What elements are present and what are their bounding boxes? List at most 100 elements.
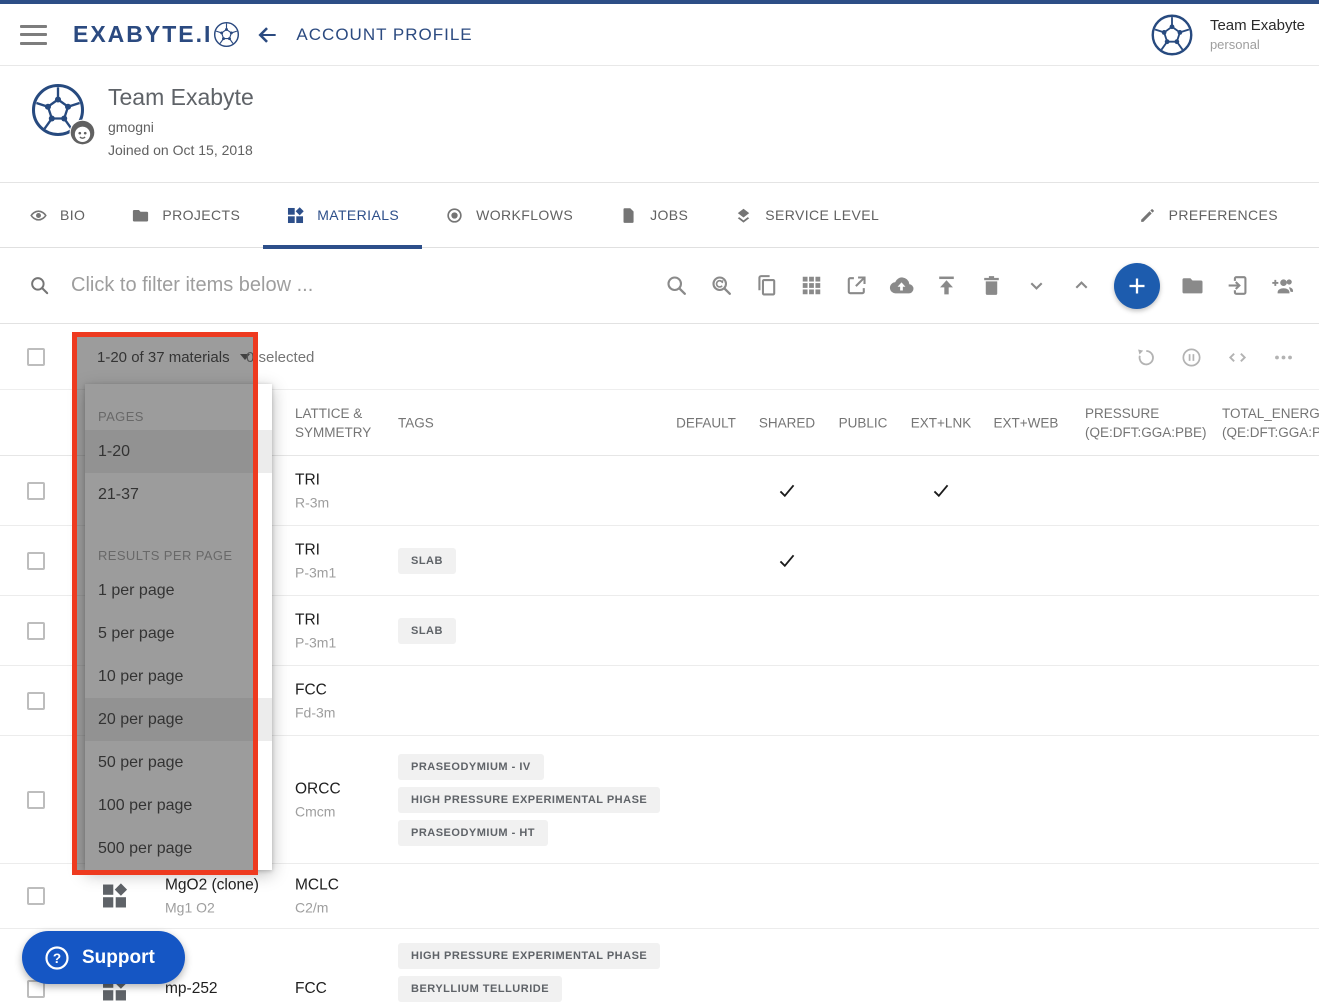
column-header-shared: SHARED [751,413,823,432]
tag-chip: HIGH PRESSURE EXPERIMENTAL PHASE [398,787,660,813]
materials-icon [286,206,305,225]
exit-to-app-button[interactable] [1225,273,1250,298]
tag-chip: BERYLLIUM TELLURIDE [398,976,562,1002]
account-type: personal [1210,37,1305,52]
tab-service-level[interactable]: SERVICE LEVEL [711,183,902,248]
pagination-menu: PAGES1-2021-37RESULTS PER PAGE1 per page… [85,384,272,870]
column-header-default: DEFAULT [670,413,742,432]
folder-button[interactable] [1180,273,1205,298]
chevron-down-icon [1024,273,1049,298]
workflows-icon [445,206,464,225]
menu-item-10-per-page[interactable]: 10 per page [85,655,272,698]
lattice-cell: FCCFd-3m [295,681,335,720]
cloud-upload-button[interactable] [889,273,914,298]
menu-item-1-20[interactable]: 1-20 [85,430,272,473]
pause-circle-button[interactable] [1180,346,1203,369]
table-row[interactable]: MgO2 (clone)Mg1 O2 MCLC C2/m [0,864,1319,929]
tab-jobs[interactable]: JOBS [596,183,711,248]
menu-item-100-per-page[interactable]: 100 per page [85,784,272,827]
tag-chip: PRASEODYMIUM - IV [398,754,544,780]
pause-circle-icon [1180,346,1203,369]
back-arrow-icon[interactable] [254,22,280,48]
menu-item-5-per-page[interactable]: 5 per page [85,612,272,655]
symmetry-group: R-3m [295,494,329,510]
lattice-type: FCC [295,980,327,998]
tab-workflows[interactable]: WORKFLOWS [422,183,596,248]
logo-ball-icon [213,21,240,48]
materials-icon [100,882,129,911]
grid-button[interactable] [799,273,824,298]
menu-item-50-per-page[interactable]: 50 per page [85,741,272,784]
open-in-new-button[interactable] [844,273,869,298]
row-checkbox[interactable] [27,791,45,809]
table-row[interactable]: mp-252FCCHIGH PRESSURE EXPERIMENTAL PHAS… [0,929,1319,1003]
chevron-up-button[interactable] [1069,273,1094,298]
search-button[interactable] [664,273,689,298]
exit-to-app-icon [1225,273,1250,298]
tab-projects[interactable]: PROJECTS [108,183,263,248]
group-add-button[interactable] [1270,273,1295,298]
filter-input[interactable] [71,274,591,297]
account-menu[interactable]: Team Exabyte personal [1150,13,1305,57]
menu-divider [85,516,272,537]
delete-button[interactable] [979,273,1004,298]
chevron-down-button[interactable] [1024,273,1049,298]
lattice-type: MCLC [295,877,339,895]
lattice-cell: TRIR-3m [295,471,329,510]
lattice-cell: TRIP-3m1 [295,611,336,650]
undo-icon [1134,346,1157,369]
menu-item-500-per-page[interactable]: 500 per page [85,827,272,870]
lattice-type: TRI [295,541,336,559]
column-header-pressure-qe-dft-gga-pbe: PRESSURE (QE:DFT:GGA:PBE) [1085,404,1237,442]
selected-count: 0 selected [246,349,314,366]
support-button[interactable]: Support [22,931,185,984]
material-name-cell[interactable]: MgO2 (clone)Mg1 O2 [165,877,259,916]
copy-button[interactable] [754,273,779,298]
column-header-ext-lnk: EXT+LNK [903,413,979,432]
menu-item-21-37[interactable]: 21-37 [85,473,272,516]
delete-icon [979,273,1004,298]
upload-button[interactable] [934,273,959,298]
lattice-cell: FCC [295,980,327,998]
profile-name: Team Exabyte [108,84,254,111]
search-icon [664,273,689,298]
toolbar-actions [664,263,1301,309]
filter-toolbar [0,248,1319,324]
column-header-total-energy-qe-dft-gga-pbe: TOTAL_ENERGY (QE:DFT:GGA:PBE) [1222,404,1319,442]
account-avatar [1150,13,1194,57]
menu-item-20-per-page[interactable]: 20 per page [85,698,272,741]
page-title: ACCOUNT PROFILE [296,25,472,45]
eye-icon [29,206,48,225]
layers-icon [734,206,753,225]
material-name-cell[interactable]: mp-252 [165,980,218,998]
column-header-public: PUBLIC [827,413,899,432]
tab-bio[interactable]: BIO [29,183,108,248]
menu-item-1-per-page[interactable]: 1 per page [85,569,272,612]
pagination-dropdown-trigger[interactable]: 1-20 of 37 materials [97,324,250,390]
row-checkbox[interactable] [27,692,45,710]
tag-chip: PRASEODYMIUM - HT [398,820,548,846]
row-checkbox[interactable] [27,887,45,905]
menu-hamburger-icon[interactable] [20,25,47,45]
add-button[interactable] [1114,263,1160,309]
profile-header: Team Exabyte gmogni Joined on Oct 15, 20… [0,66,1319,183]
lattice-cell: TRI P-3m1 [295,541,336,580]
symmetry-group: Fd-3m [295,704,335,720]
undo-button[interactable] [1134,346,1157,369]
menu-section-header: RESULTS PER PAGE [85,537,272,569]
code-icon [1226,346,1249,369]
column-header-ext-web: EXT+WEB [988,413,1064,432]
more-horiz-button[interactable] [1272,346,1295,369]
symmetry-group: C2/m [295,900,339,916]
tag-chip: SLAB [398,548,456,574]
tab-materials[interactable]: MATERIALS [263,183,422,248]
select-all-checkbox[interactable] [27,348,45,366]
symmetry-group: P-3m1 [295,564,336,580]
code-button[interactable] [1226,346,1249,369]
row-checkbox[interactable] [27,482,45,500]
row-checkbox[interactable] [27,622,45,640]
tab-preferences[interactable]: PREFERENCES [1115,183,1301,248]
row-checkbox[interactable] [27,552,45,570]
search-refresh-button[interactable] [709,273,734,298]
exabyte-logo[interactable]: EXABYTE.I [73,21,240,48]
